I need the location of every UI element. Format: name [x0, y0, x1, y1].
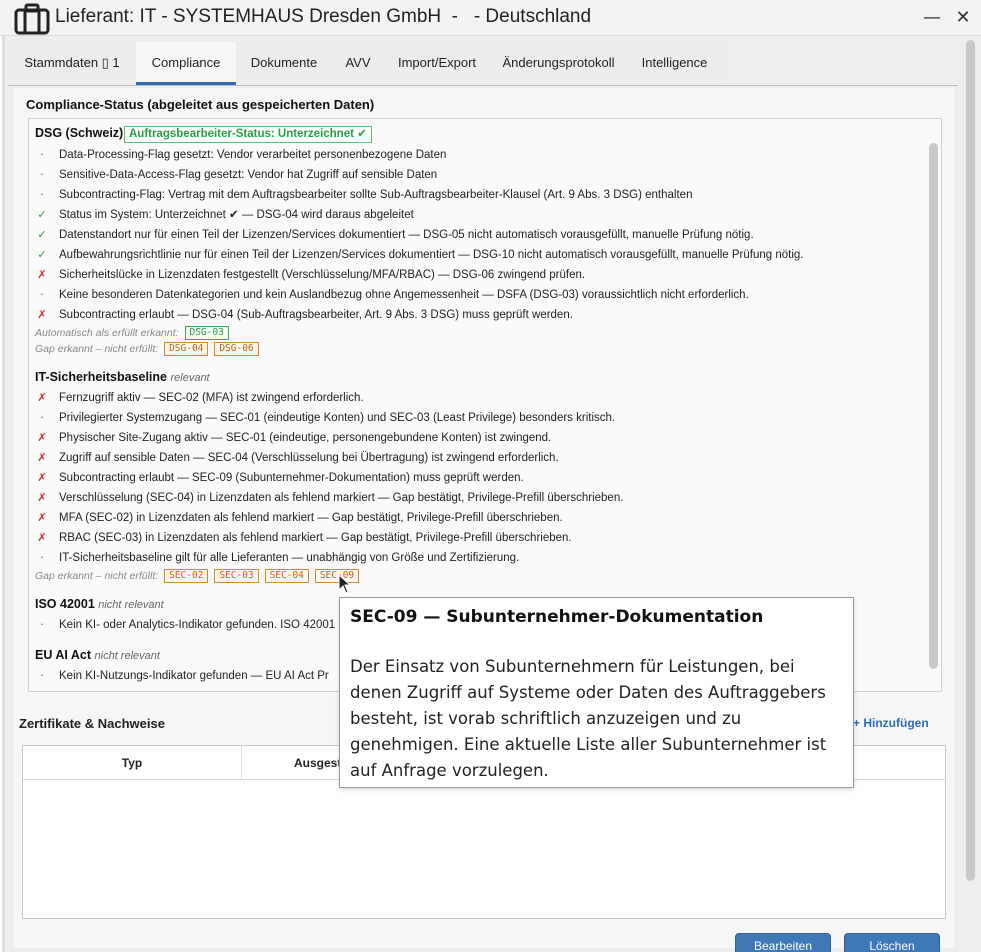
minimize-icon[interactable]: —	[922, 8, 942, 28]
itsec-title: IT-Sicherheitsbaseline relevant	[35, 370, 210, 384]
dsg-status-badge: Auftragsbearbeiter-Status: Unterzeichnet…	[124, 126, 372, 143]
relevance-tag: nicht relevant	[98, 599, 164, 611]
tooltip-title: SEC-09 — Subunternehmer-Dokumentation	[350, 607, 764, 627]
edit-button[interactable]: Bearbeiten	[735, 933, 831, 952]
iso-title: ISO 42001 nicht relevant	[35, 597, 164, 611]
check-icon: ✓	[37, 228, 47, 241]
briefcase-icon	[14, 3, 50, 35]
tab-bar: Stammdaten ▯ 1 Compliance Dokumente AVV …	[8, 42, 958, 86]
control-chip[interactable]: SEC-02	[164, 569, 209, 583]
cross-icon: ✗	[37, 391, 47, 404]
control-chip[interactable]: SEC-03	[214, 569, 259, 583]
itsec-gaps: Gap erkannt – nicht erfüllt: SEC-02 SEC-…	[35, 568, 360, 584]
bullet-icon: ·	[40, 188, 44, 201]
title-bar: Lieferant: IT - SYSTEMHAUS Dresden GmbH …	[0, 0, 981, 36]
tab-aenderungsprotokoll[interactable]: Änderungsprotokoll	[490, 42, 627, 85]
dsg-gaps: Gap erkannt – nicht erfüllt: DSG-04 DSG-…	[35, 341, 259, 357]
control-chip[interactable]: DSG-03	[184, 326, 229, 340]
cross-icon: ✗	[37, 431, 47, 444]
relevance-tag: relevant	[170, 372, 210, 384]
column-header-typ[interactable]: Typ	[23, 746, 241, 780]
dsg-auto-fulfilled: Automatisch als erfüllt erkannt: DSG-03	[35, 325, 229, 341]
tab-stammdaten[interactable]: Stammdaten ▯ 1	[8, 42, 136, 85]
bullet-icon: ·	[40, 669, 44, 682]
control-chip[interactable]: DSG-06	[214, 342, 259, 356]
control-tooltip: SEC-09 — Subunternehmer-Dokumentation De…	[339, 597, 854, 788]
cross-icon: ✗	[37, 471, 47, 484]
cross-icon: ✗	[37, 511, 47, 524]
bullet-icon: ·	[40, 168, 44, 181]
bullet-icon: ·	[40, 148, 44, 161]
tab-compliance[interactable]: Compliance	[136, 42, 236, 85]
bullet-icon: ·	[40, 618, 44, 631]
mouse-cursor-icon	[338, 574, 352, 594]
check-icon: ✓	[37, 208, 47, 221]
compliance-status-heading: Compliance-Status (abgeleitet aus gespei…	[26, 97, 375, 112]
tab-import-export[interactable]: Import/Export	[384, 42, 490, 85]
check-icon: ✓	[37, 248, 47, 261]
euai-title: EU AI Act nicht relevant	[35, 648, 160, 662]
tab-intelligence[interactable]: Intelligence	[627, 42, 722, 85]
cross-icon: ✗	[37, 308, 47, 321]
control-chip[interactable]: SEC-09	[314, 569, 360, 583]
close-icon[interactable]: ✕	[953, 8, 973, 28]
cross-icon: ✗	[37, 451, 47, 464]
add-certificate-button[interactable]: + Hinzufügen	[853, 716, 929, 730]
tab-dokumente[interactable]: Dokumente	[236, 42, 332, 85]
page-scrollbar[interactable]	[966, 40, 975, 881]
compliance-scrollbar[interactable]	[929, 143, 938, 669]
control-chip[interactable]: DSG-04	[164, 342, 209, 356]
tab-avv[interactable]: AVV	[332, 42, 384, 85]
certificates-heading: Zertifikate & Nachweise	[19, 716, 165, 731]
window-title: Lieferant: IT - SYSTEMHAUS Dresden GmbH …	[55, 6, 592, 27]
relevance-tag: nicht relevant	[94, 650, 160, 662]
delete-button[interactable]: Löschen	[844, 933, 940, 952]
tooltip-body: Der Einsatz von Subunternehmern für Leis…	[350, 657, 827, 780]
cross-icon: ✗	[37, 531, 47, 544]
bullet-icon: ·	[40, 411, 44, 424]
control-chip[interactable]: SEC-04	[264, 569, 309, 583]
bullet-icon: ·	[40, 288, 44, 301]
bullet-icon: ·	[40, 551, 44, 564]
cross-icon: ✗	[37, 268, 47, 281]
dsg-title: DSG (Schweiz)	[35, 126, 124, 140]
cross-icon: ✗	[37, 491, 47, 504]
